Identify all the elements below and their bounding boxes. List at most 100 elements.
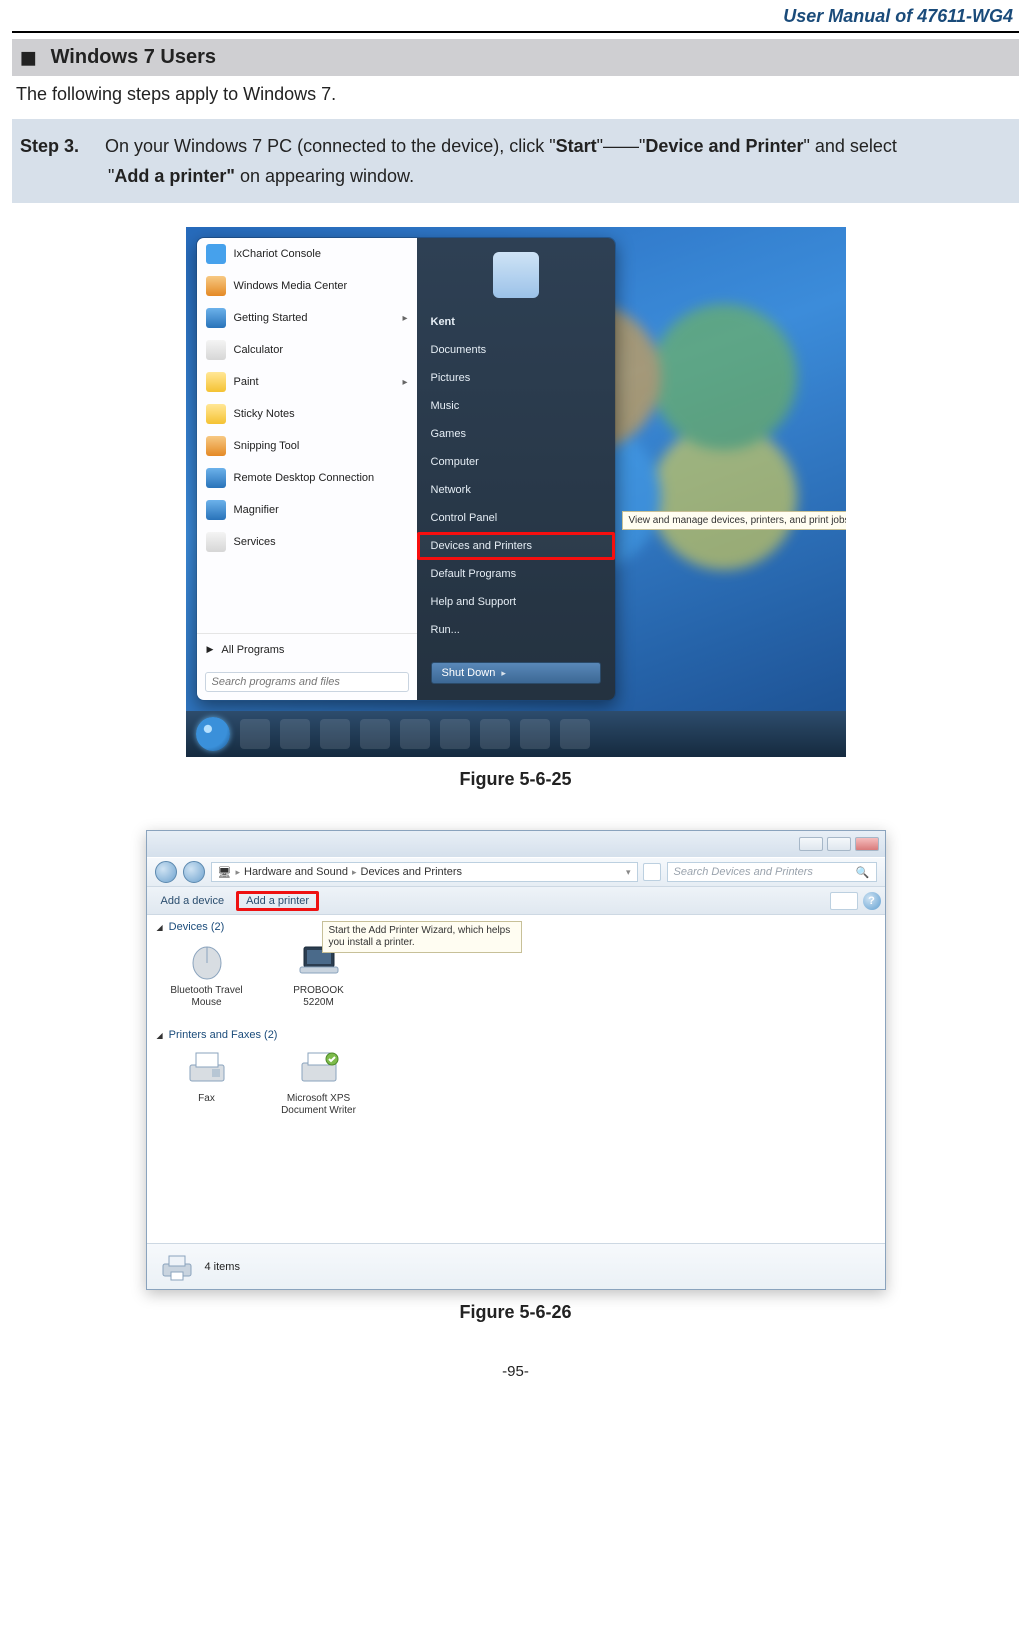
start-menu-program-item[interactable]: Sticky Notes bbox=[197, 398, 417, 430]
search-icon: 🔍 bbox=[856, 866, 870, 879]
start-menu-right-item[interactable]: Run... bbox=[417, 616, 615, 644]
start-menu-right-item[interactable]: Control Panel bbox=[417, 504, 615, 532]
explorer-content: ◢ Devices (2) Bluetooth Travel Mouse PROB… bbox=[147, 915, 885, 1243]
start-menu-right-item[interactable]: Games bbox=[417, 420, 615, 448]
maximize-button[interactable] bbox=[827, 837, 851, 851]
fax-icon bbox=[182, 1047, 232, 1089]
program-label: Remote Desktop Connection bbox=[234, 472, 375, 484]
step-text-2: "——" bbox=[597, 136, 646, 156]
triangle-right-icon: ▶ bbox=[207, 644, 214, 656]
group-printers-label: Printers and Faxes (2) bbox=[169, 1029, 278, 1041]
breadcrumb-item[interactable]: Devices and Printers bbox=[361, 866, 463, 878]
printer-icon bbox=[159, 1252, 195, 1282]
shut-down-label: Shut Down bbox=[442, 667, 496, 679]
add-a-printer-button[interactable]: Add a printer bbox=[236, 891, 319, 911]
program-icon bbox=[206, 340, 226, 360]
start-menu-right-item[interactable]: Help and Support bbox=[417, 588, 615, 616]
start-menu-program-item[interactable]: Paint▸ bbox=[197, 366, 417, 398]
printer-item[interactable]: Fax bbox=[169, 1047, 245, 1117]
start-menu-program-item[interactable]: Services bbox=[197, 526, 417, 558]
taskbar-icon[interactable] bbox=[400, 719, 430, 749]
group-devices-label: Devices (2) bbox=[169, 921, 225, 933]
start-menu-program-item[interactable]: Remote Desktop Connection bbox=[197, 462, 417, 494]
collapse-triangle-icon[interactable]: ◢ bbox=[157, 1031, 163, 1040]
monitor-icon: 🖥 bbox=[218, 866, 232, 879]
taskbar bbox=[186, 711, 846, 757]
search-input[interactable] bbox=[205, 672, 409, 692]
collapse-triangle-icon[interactable]: ◢ bbox=[157, 923, 163, 932]
taskbar-icon[interactable] bbox=[360, 719, 390, 749]
section-heading-bar: ◼ Windows 7 Users bbox=[12, 39, 1019, 76]
breadcrumb-item[interactable]: Hardware and Sound bbox=[244, 866, 348, 878]
intro-text: The following steps apply to Windows 7. bbox=[12, 76, 1019, 119]
start-menu-right-item[interactable]: Documents bbox=[417, 336, 615, 364]
group-printers-header[interactable]: ◢ Printers and Faxes (2) bbox=[147, 1023, 885, 1043]
taskbar-icon[interactable] bbox=[320, 719, 350, 749]
printer-item[interactable]: Microsoft XPS Document Writer bbox=[281, 1047, 357, 1117]
device-label: PROBOOK 5220M bbox=[281, 985, 357, 1009]
close-button[interactable] bbox=[855, 837, 879, 851]
start-menu-program-item[interactable]: Snipping Tool bbox=[197, 430, 417, 462]
start-menu-program-item[interactable]: Calculator bbox=[197, 334, 417, 366]
status-text: 4 items bbox=[205, 1261, 240, 1273]
search-placeholder: Search Devices and Printers bbox=[674, 866, 813, 878]
command-bar: Add a device Add a printer ? bbox=[147, 887, 885, 915]
all-programs[interactable]: ▶ All Programs bbox=[197, 633, 417, 666]
taskbar-icon[interactable] bbox=[520, 719, 550, 749]
program-icon bbox=[206, 436, 226, 456]
search-box[interactable]: Search Devices and Printers 🔍 bbox=[667, 862, 877, 882]
start-menu-program-item[interactable]: IxChariot Console bbox=[197, 238, 417, 270]
start-menu-right-item[interactable]: Music bbox=[417, 392, 615, 420]
start-orb-icon[interactable] bbox=[196, 717, 230, 751]
taskbar-icon[interactable] bbox=[280, 719, 310, 749]
section-heading: Windows 7 Users bbox=[51, 46, 216, 69]
program-icon bbox=[206, 308, 226, 328]
view-options-button[interactable] bbox=[830, 892, 858, 910]
page-number: -95- bbox=[12, 1363, 1019, 1380]
printer-label: Microsoft XPS Document Writer bbox=[281, 1093, 357, 1117]
refresh-button[interactable] bbox=[643, 863, 661, 881]
step-bold-start: Start bbox=[556, 136, 597, 156]
figure-1-caption: Figure 5-6-25 bbox=[459, 769, 571, 790]
start-menu-search[interactable] bbox=[205, 672, 409, 692]
program-icon bbox=[206, 532, 226, 552]
device-item[interactable]: Bluetooth Travel Mouse bbox=[169, 939, 245, 1009]
start-menu-right-item[interactable]: Pictures bbox=[417, 364, 615, 392]
start-menu-right-item[interactable]: Computer bbox=[417, 448, 615, 476]
program-icon bbox=[206, 468, 226, 488]
shut-down-button[interactable]: Shut Down ▸ bbox=[431, 662, 601, 684]
program-label: Magnifier bbox=[234, 504, 279, 516]
start-menu-program-item[interactable]: Magnifier bbox=[197, 494, 417, 526]
start-menu: IxChariot Console Windows Media CenterGet… bbox=[196, 237, 616, 701]
start-menu-user-name[interactable]: Kent bbox=[417, 308, 615, 336]
figure-1-start-menu-screenshot: IxChariot Console Windows Media CenterGet… bbox=[186, 227, 846, 757]
printer-label: Fax bbox=[198, 1093, 215, 1105]
program-label: Calculator bbox=[234, 344, 284, 356]
program-icon bbox=[206, 404, 226, 424]
program-label: Sticky Notes bbox=[234, 408, 295, 420]
taskbar-icon[interactable] bbox=[440, 719, 470, 749]
start-menu-devices-and-printers[interactable]: Devices and Printers bbox=[417, 532, 615, 560]
figure-2-wrap: 🖥 ▸ Hardware and Sound ▸ Devices and Pri… bbox=[12, 830, 1019, 1323]
breadcrumb[interactable]: 🖥 ▸ Hardware and Sound ▸ Devices and Pri… bbox=[211, 862, 638, 882]
step-line2-post: on appearing window. bbox=[235, 166, 414, 186]
program-icon bbox=[206, 500, 226, 520]
nav-back-button[interactable] bbox=[155, 861, 177, 883]
start-menu-right-item[interactable]: Default Programs bbox=[417, 560, 615, 588]
submenu-arrow-icon: ▸ bbox=[402, 377, 407, 388]
mouse-icon bbox=[182, 939, 232, 981]
program-icon bbox=[206, 244, 226, 264]
taskbar-icon[interactable] bbox=[240, 719, 270, 749]
nav-forward-button[interactable] bbox=[183, 861, 205, 883]
taskbar-icon[interactable] bbox=[560, 719, 590, 749]
minimize-button[interactable] bbox=[799, 837, 823, 851]
program-label: IxChariot Console bbox=[234, 248, 321, 260]
start-menu-program-item[interactable]: Getting Started▸ bbox=[197, 302, 417, 334]
add-a-device-button[interactable]: Add a device bbox=[151, 891, 235, 911]
step-label: Step 3. bbox=[20, 131, 100, 161]
chevron-down-icon[interactable]: ▾ bbox=[626, 867, 631, 878]
start-menu-right-item[interactable]: Network bbox=[417, 476, 615, 504]
start-menu-program-item[interactable]: Windows Media Center bbox=[197, 270, 417, 302]
help-button[interactable]: ? bbox=[863, 892, 881, 910]
taskbar-icon[interactable] bbox=[480, 719, 510, 749]
